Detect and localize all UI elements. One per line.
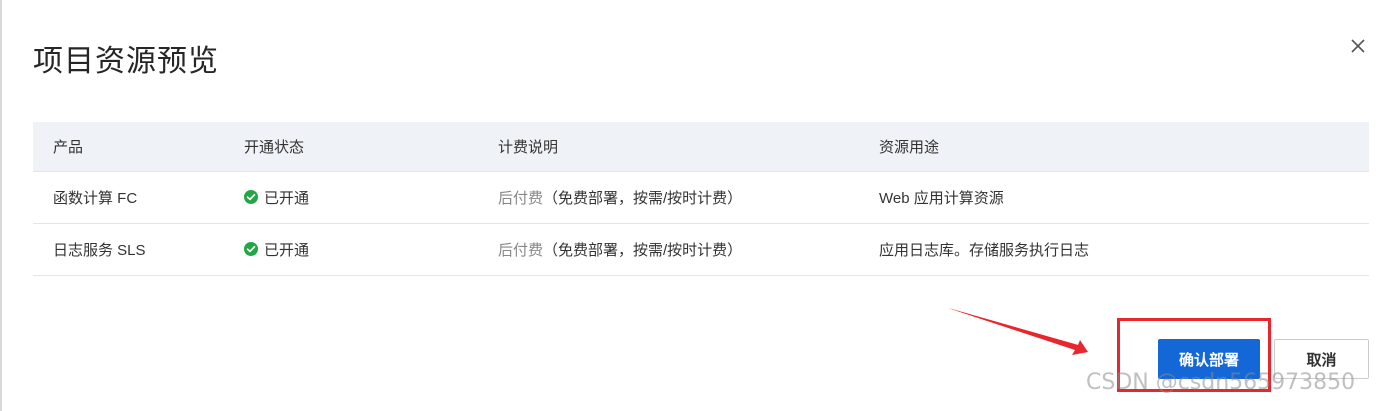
cell-status: 已开通 bbox=[224, 171, 478, 224]
dialog-left-border bbox=[0, 0, 2, 411]
cell-product: 函数计算 FC bbox=[33, 171, 224, 224]
dialog-title: 项目资源预览 bbox=[33, 44, 219, 79]
table-row: 日志服务 SLS 已开通 后付费（免费部署，按需/按时计费） 应用日志库。存储服… bbox=[33, 223, 1369, 276]
header-product: 产品 bbox=[33, 122, 224, 172]
cell-usage: 应用日志库。存储服务执行日志 bbox=[859, 223, 1369, 276]
billing-detail: （免费部署，按需/按时计费） bbox=[543, 190, 743, 207]
billing-type: 后付费 bbox=[498, 190, 544, 207]
header-status: 开通状态 bbox=[224, 122, 478, 172]
close-button[interactable] bbox=[1346, 34, 1370, 58]
close-icon bbox=[1351, 39, 1365, 53]
check-circle-icon bbox=[244, 190, 258, 205]
project-resource-preview-dialog: 项目资源预览 产品 开通状态 计费说明 资源用途 函数计算 FC 已开通 后付费… bbox=[0, 0, 1400, 411]
check-circle-icon bbox=[244, 242, 258, 257]
header-billing: 计费说明 bbox=[478, 122, 859, 172]
resource-table: 产品 开通状态 计费说明 资源用途 函数计算 FC 已开通 后付费（免费部署，按… bbox=[33, 122, 1369, 276]
table-row: 函数计算 FC 已开通 后付费（免费部署，按需/按时计费） Web 应用计算资源 bbox=[33, 171, 1369, 224]
cell-billing: 后付费（免费部署，按需/按时计费） bbox=[478, 223, 859, 276]
cell-status: 已开通 bbox=[224, 223, 478, 276]
cell-product: 日志服务 SLS bbox=[33, 223, 224, 276]
cell-usage: Web 应用计算资源 bbox=[859, 171, 1369, 224]
watermark: CSDN @csdn565973850 bbox=[1086, 370, 1356, 395]
table-header-row: 产品 开通状态 计费说明 资源用途 bbox=[33, 122, 1369, 172]
status-label: 已开通 bbox=[264, 241, 310, 259]
annotation-arrow bbox=[948, 308, 1088, 355]
billing-detail: （免费部署，按需/按时计费） bbox=[543, 242, 743, 259]
cell-billing: 后付费（免费部署，按需/按时计费） bbox=[478, 171, 859, 224]
billing-type: 后付费 bbox=[498, 242, 544, 259]
header-usage: 资源用途 bbox=[859, 122, 1369, 172]
status-label: 已开通 bbox=[264, 189, 310, 207]
